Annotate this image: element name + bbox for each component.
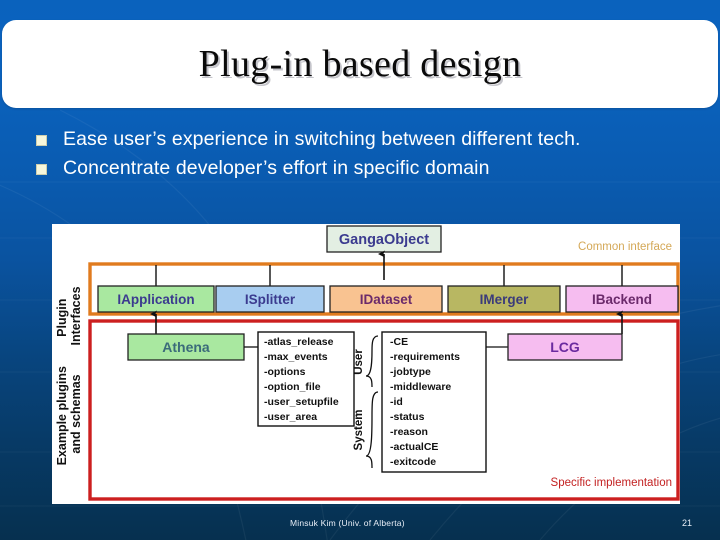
slide: Plug-in based design Ease user’s experie… [0, 0, 720, 540]
athena-attr-1: -max_events [264, 351, 328, 363]
title-panel: Plug-in based design [2, 20, 718, 108]
side-label-plugin-interfaces: Plugin Interfaces [55, 286, 83, 345]
page-title: Plug-in based design [198, 43, 522, 85]
node-athena[interactable]: Athena [127, 333, 245, 361]
node-iapplication[interactable]: IApplication [97, 265, 215, 313]
list-item: Ease user’s experience in switching betw… [36, 126, 686, 153]
node-gangaobject-label: GangaObject [339, 232, 429, 248]
architecture-diagram: Plugin Interfaces Example plugins and sc… [52, 224, 680, 504]
annotation-specific-implementation: Specific implementation [551, 477, 672, 489]
node-imerger-label: IMerger [480, 292, 530, 307]
node-lcg-label: LCG [550, 339, 580, 355]
lcg-attr-3: -middleware [390, 381, 451, 393]
lcg-group-braces [365, 335, 379, 469]
bullet-square-icon [36, 164, 47, 175]
lcg-attr-8: -exitcode [390, 456, 436, 468]
node-iapplication-label: IApplication [117, 292, 194, 307]
node-idataset[interactable]: IDataset [329, 285, 443, 313]
footer-author: Minsuk Kim (Univ. of Alberta) [290, 518, 405, 528]
side-label-example-plugins: Example plugins and schemas [55, 363, 83, 466]
lcg-group-label-user: User [353, 349, 365, 375]
bullet-square-icon [36, 135, 47, 146]
lcg-attr-6: -reason [390, 426, 428, 438]
athena-attr-4: -user_setupfile [264, 396, 339, 408]
bullet-list: Ease user’s experience in switching betw… [36, 126, 686, 184]
node-isplitter-label: ISplitter [245, 292, 296, 307]
lcg-attribute-box: -CE -requirements -jobtype -middleware -… [381, 331, 487, 473]
lcg-attr-4: -id [390, 396, 403, 408]
node-lcg[interactable]: LCG [507, 333, 623, 361]
athena-attr-2: -options [264, 366, 306, 378]
node-ibackend-label: IBackend [592, 292, 652, 307]
bullet-text: Ease user’s experience in switching betw… [63, 128, 581, 150]
athena-attr-5: -user_area [264, 411, 317, 423]
bullet-text: Concentrate developer’s effort in specif… [63, 157, 490, 179]
node-imerger[interactable]: IMerger [447, 265, 561, 313]
node-ibackend[interactable]: IBackend [565, 265, 679, 313]
node-athena-label: Athena [162, 339, 210, 355]
footer-page-number: 21 [681, 518, 692, 528]
lcg-attr-2: -jobtype [390, 366, 431, 378]
node-gangaobject[interactable]: GangaObject [326, 225, 442, 253]
lcg-attr-5: -status [390, 411, 425, 423]
lcg-attr-1: -requirements [390, 351, 460, 363]
athena-attr-3: -option_file [264, 381, 321, 393]
lcg-attr-7: -actualCE [390, 441, 438, 453]
lcg-attr-0: -CE [390, 336, 408, 348]
node-isplitter[interactable]: ISplitter [215, 265, 325, 313]
lcg-group-label-system: System [353, 410, 365, 451]
annotation-common-interface: Common interface [578, 241, 672, 253]
list-item: Concentrate developer’s effort in specif… [36, 155, 686, 182]
node-idataset-label: IDataset [360, 292, 413, 307]
athena-attr-0: -atlas_release [264, 336, 334, 348]
athena-attribute-box: -atlas_release -max_events -options -opt… [257, 331, 355, 427]
